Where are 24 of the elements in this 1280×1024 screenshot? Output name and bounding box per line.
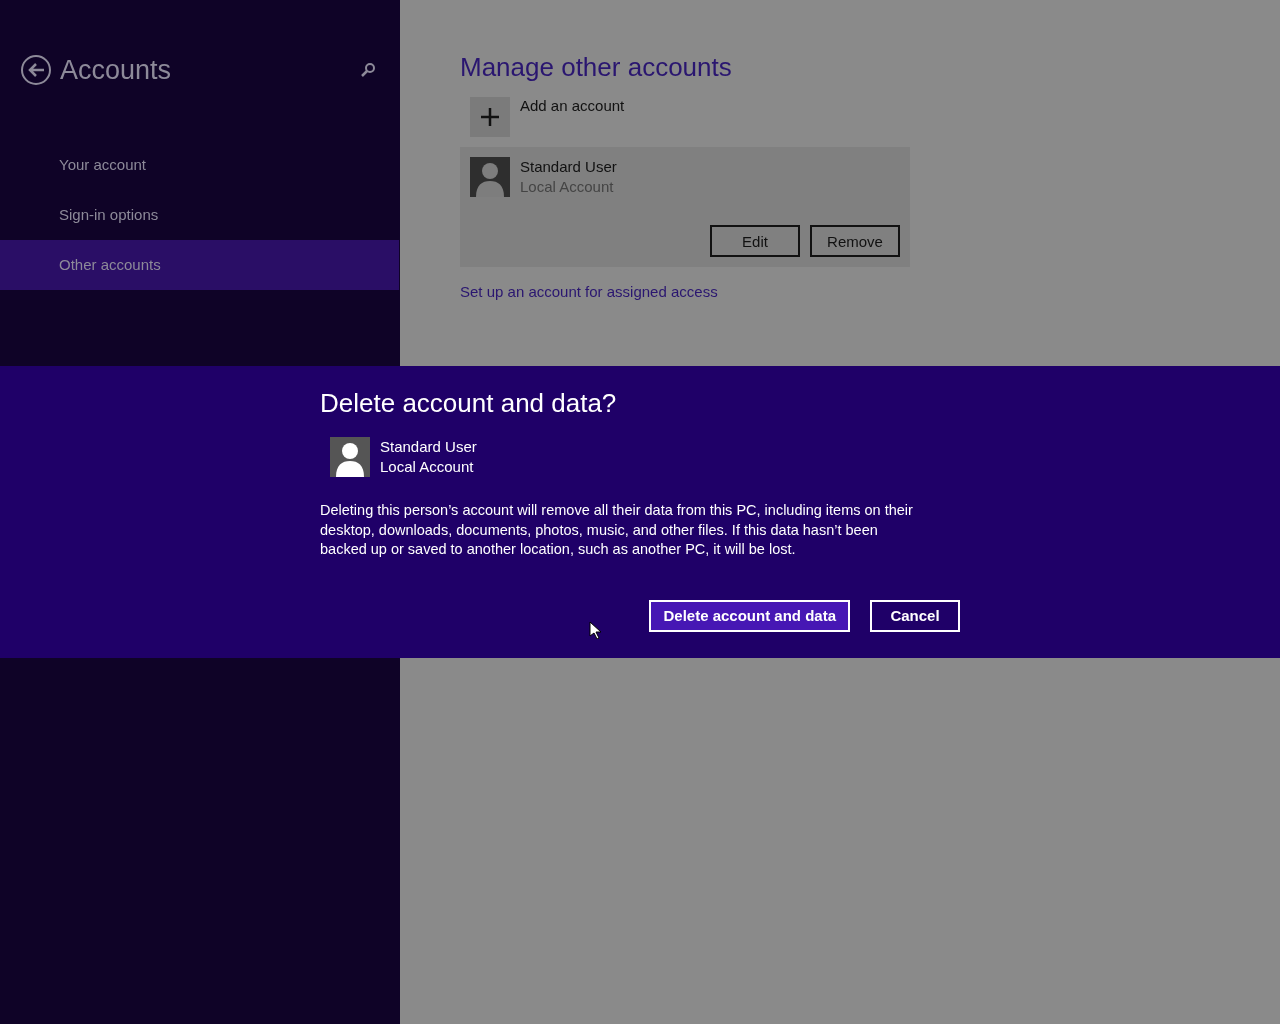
account-name: Standard User	[520, 157, 617, 177]
assigned-access-link[interactable]: Set up an account for assigned access	[460, 283, 718, 300]
user-avatar-icon	[470, 157, 510, 197]
back-icon[interactable]	[20, 54, 52, 86]
account-type: Local Account	[520, 177, 615, 197]
account-name: Standard User	[380, 437, 477, 457]
sidebar-item[interactable]: Other accounts	[0, 240, 399, 290]
search-icon[interactable]	[360, 62, 376, 78]
card-button[interactable]: Edit	[710, 225, 800, 257]
account-type: Local Account	[380, 457, 475, 477]
sidebar-item[interactable]: Sign-in options	[0, 190, 399, 240]
confirm-button[interactable]: Delete account and data	[649, 599, 850, 632]
plus-icon[interactable]	[470, 97, 510, 137]
add-account-label[interactable]: Add an account	[520, 97, 625, 114]
dialog-title: Delete account and data?	[320, 388, 618, 419]
dialog-message: Deleting this person’s account will remove all their data from this PC, including items on their desktop, downloads, documents, photos, music, and other files. If this data hasn’t been backed up or saved to another location, such as another PC, it will be lost.	[320, 501, 914, 559]
sidebar-title: Accounts	[60, 54, 173, 86]
account-card[interactable]: Standard User Local Account Edit Remove	[460, 147, 910, 267]
card-button[interactable]: Remove	[810, 225, 900, 257]
user-avatar-icon	[330, 437, 370, 477]
sidebar-item[interactable]: Your account	[0, 140, 399, 190]
mouse-pointer-icon	[589, 621, 601, 639]
section-title: Manage other accounts	[460, 52, 733, 83]
cancel-button[interactable]: Cancel	[870, 599, 960, 632]
